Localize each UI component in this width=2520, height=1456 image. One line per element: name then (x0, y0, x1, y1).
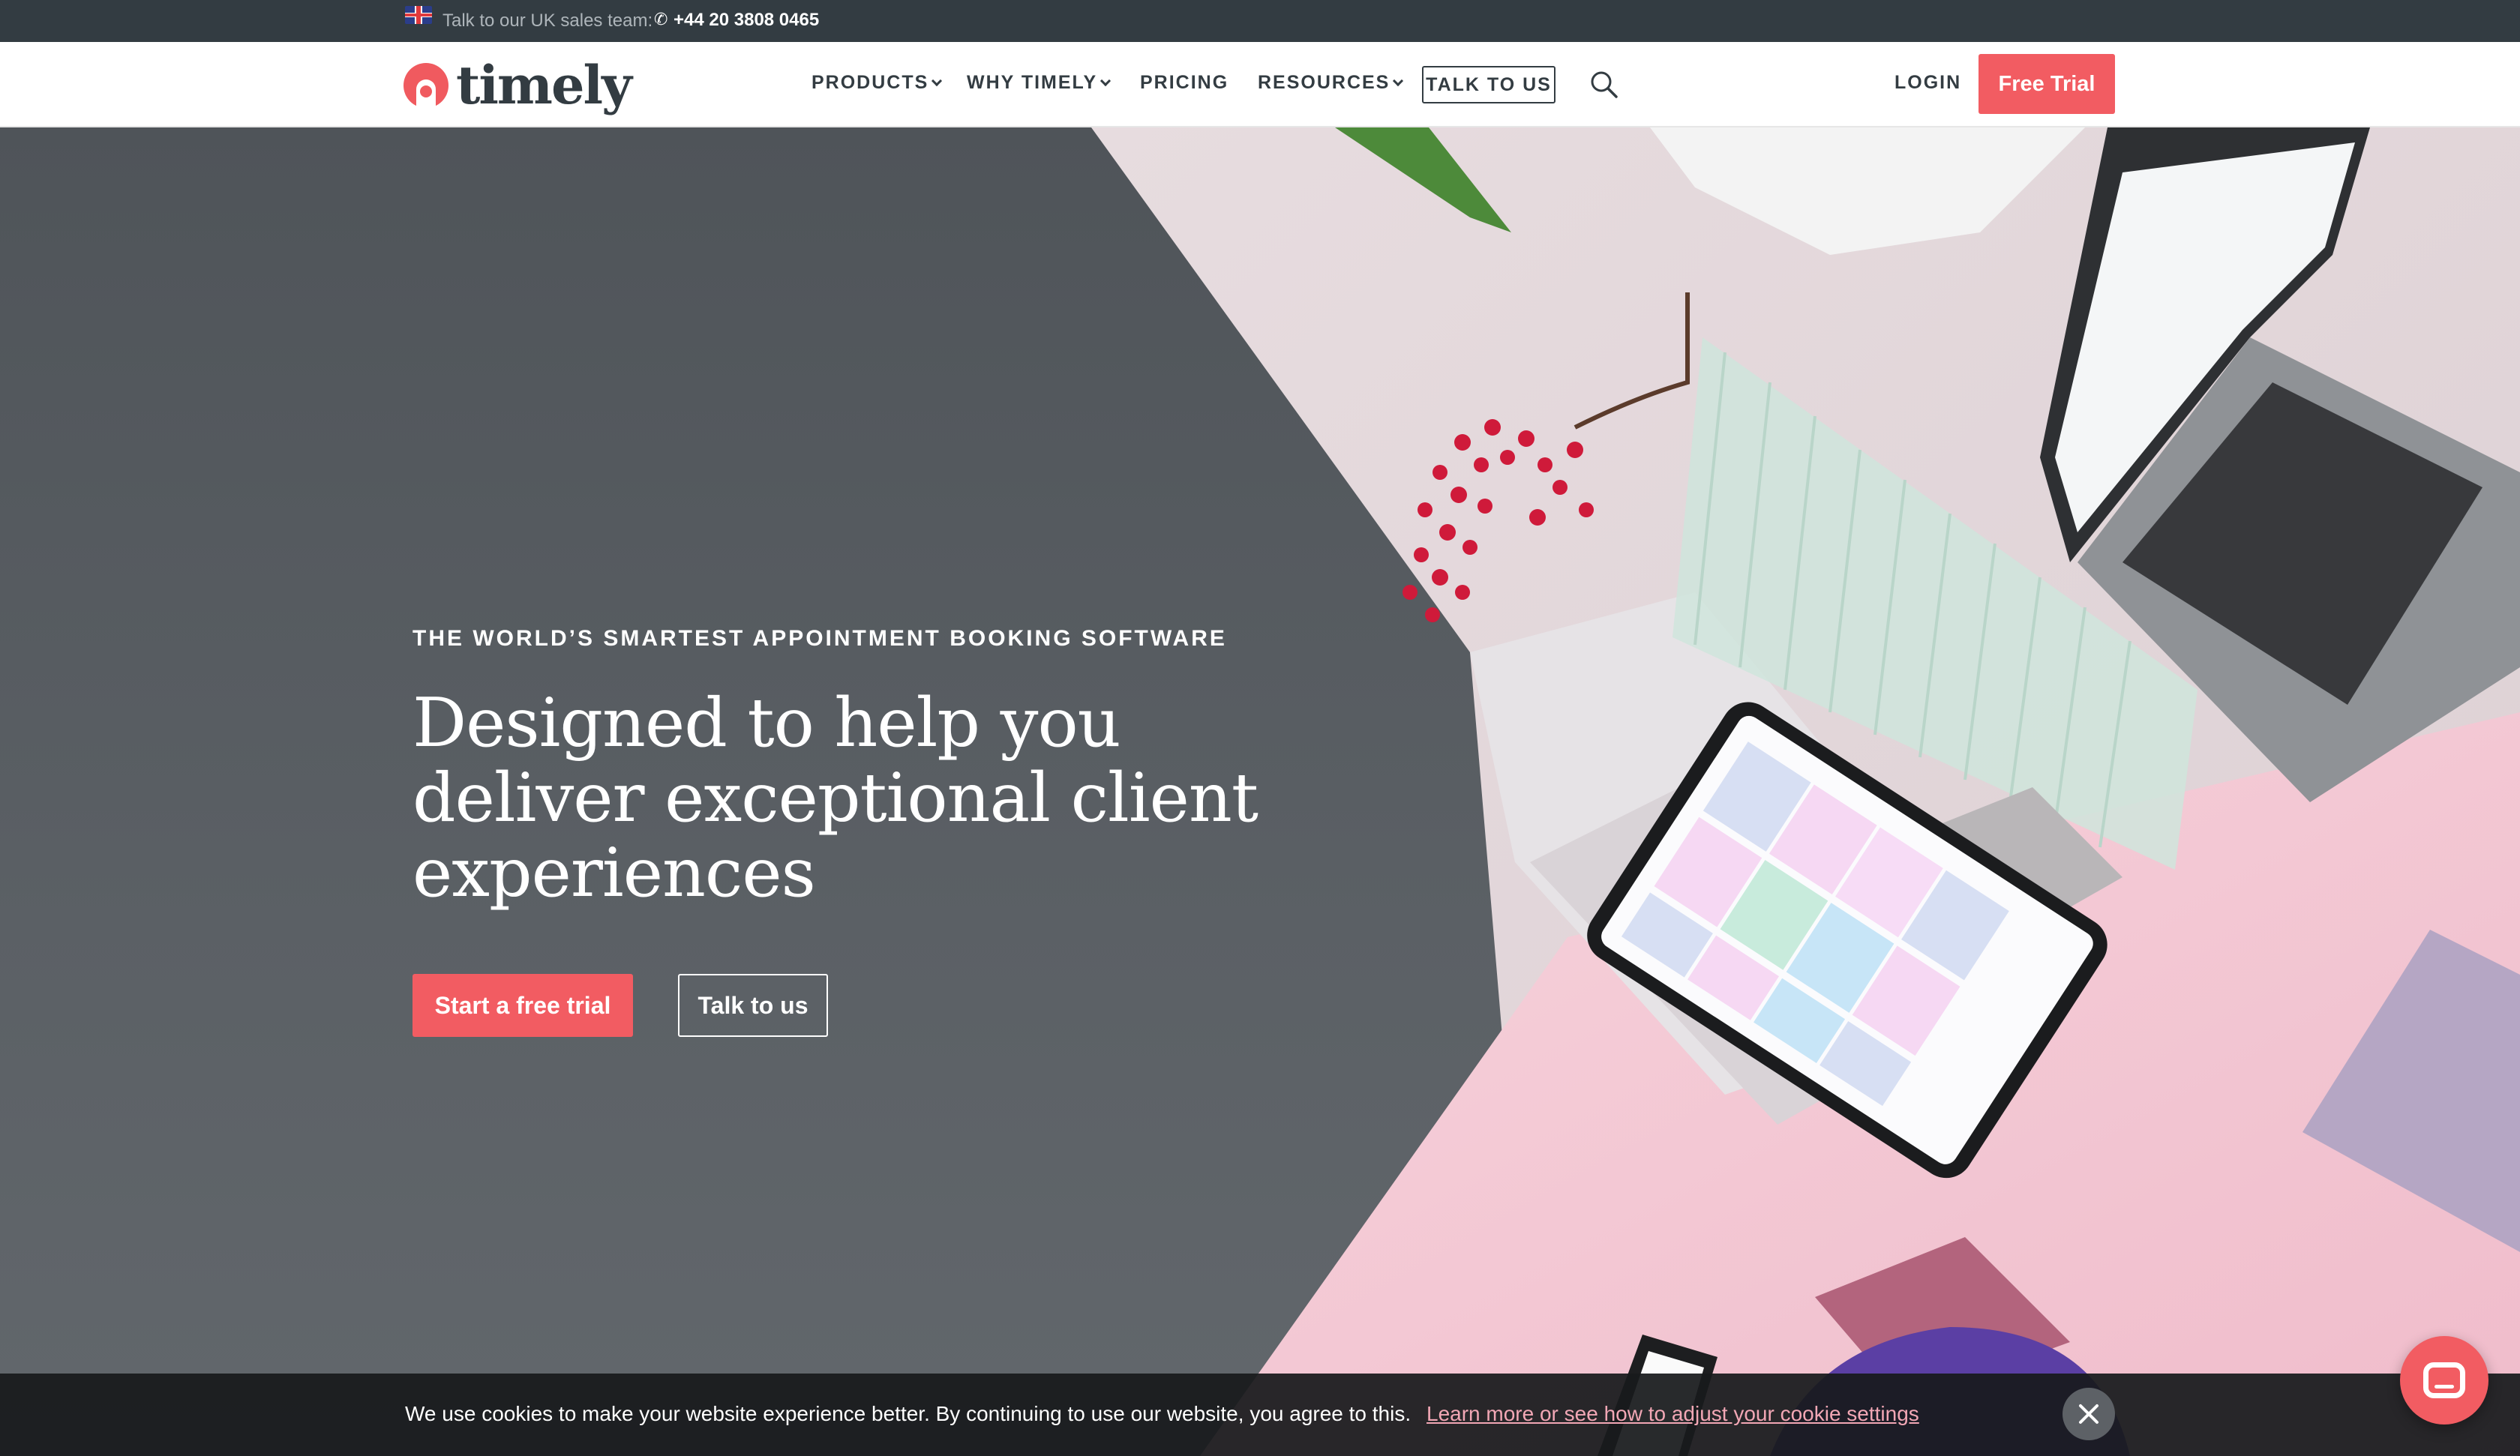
cookie-settings-link[interactable]: Learn more or see how to adjust your coo… (1426, 1402, 1919, 1426)
hero-eyebrow: THE WORLD’S SMARTEST APPOINTMENT BOOKING… (412, 626, 1227, 651)
nav-resources-label: RESOURCES (1258, 72, 1390, 93)
chevron-down-icon (1100, 75, 1112, 87)
hero-section: THE WORLD’S SMARTEST APPOINTMENT BOOKING… (0, 127, 2520, 1456)
phone-icon: ✆ (654, 10, 668, 28)
sales-phone-link[interactable]: +44 20 3808 0465 (674, 10, 819, 31)
headline-line-1: Designed to help you (412, 684, 1121, 762)
main-navigation: timely PRODUCTS WHY TIMELY PRICING RESOU… (0, 42, 2520, 127)
talk-to-us-button[interactable]: TALK TO US (1422, 66, 1556, 103)
hero-headline: Designed to help you deliver exceptional… (412, 686, 1275, 911)
headline-line-3: experiences (412, 834, 816, 912)
sales-team-label: Talk to our UK sales team: (442, 10, 653, 31)
close-icon (2079, 1404, 2098, 1424)
nav-why-timely-label: WHY TIMELY (967, 72, 1098, 93)
chevron-down-icon (932, 75, 943, 87)
talk-to-us-hero-button[interactable]: Talk to us (678, 974, 828, 1037)
nav-pricing[interactable]: PRICING (1140, 72, 1228, 94)
top-bar: Talk to our UK sales team: ✆ +44 20 3808… (0, 0, 2520, 42)
cookie-banner: We use cookies to make your website expe… (0, 1374, 2520, 1456)
nav-resources[interactable]: RESOURCES (1258, 72, 1404, 94)
close-cookie-button[interactable] (2062, 1388, 2115, 1440)
nav-products-label: PRODUCTS (812, 72, 929, 93)
headline-line-2: deliver exceptional client (412, 759, 1258, 837)
timely-logo-icon (404, 63, 448, 108)
start-free-trial-button[interactable]: Start a free trial (412, 974, 633, 1037)
nav-why-timely[interactable]: WHY TIMELY (967, 72, 1112, 94)
timely-logo[interactable]: timely (404, 54, 632, 116)
chat-icon (2423, 1362, 2465, 1398)
logo-text: timely (456, 54, 632, 116)
chevron-down-icon (1393, 75, 1404, 87)
chat-launcher-button[interactable] (2400, 1336, 2488, 1425)
nav-products[interactable]: PRODUCTS (812, 72, 943, 94)
login-link[interactable]: LOGIN (1894, 72, 1961, 94)
free-trial-button[interactable]: Free Trial (1978, 54, 2115, 114)
nav-pricing-label: PRICING (1140, 72, 1229, 93)
cookie-message: We use cookies to make your website expe… (405, 1402, 1412, 1425)
search-icon[interactable] (1588, 69, 1618, 99)
uk-flag-icon (405, 6, 432, 24)
